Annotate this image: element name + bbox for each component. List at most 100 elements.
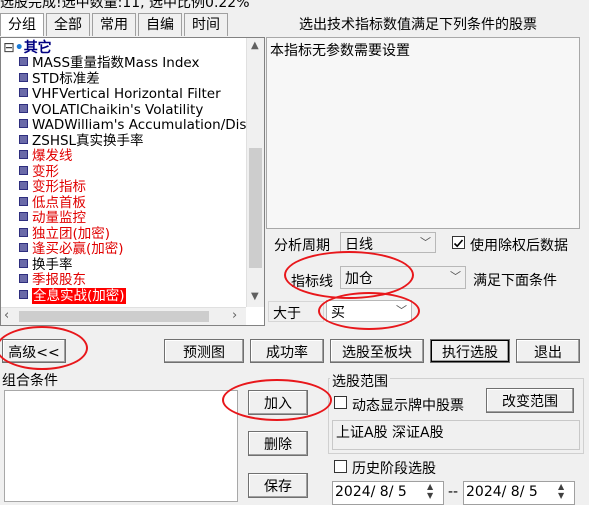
tree-item[interactable]: 换手率	[19, 256, 73, 274]
scroll-left-icon[interactable]: ‹	[4, 309, 9, 323]
scroll-thumb[interactable]	[19, 311, 209, 322]
history-start-value: 2024/ 8/ 5	[335, 484, 407, 500]
market-range-text: 上证A股 深证A股	[336, 425, 444, 441]
period-select[interactable]: 日线 ﹀	[340, 232, 436, 253]
period-label: 分析周期	[274, 238, 330, 254]
tab-all[interactable]: 全部	[46, 13, 90, 36]
scroll-down-icon[interactable]: ▼	[251, 290, 259, 304]
combo-conditions-list[interactable]	[4, 390, 238, 502]
export-to-block-label: 选股至板块	[342, 345, 412, 361]
history-start-date[interactable]: 2024/ 8/ 5 ▲ ▼	[332, 481, 444, 505]
tree-item[interactable]: VHFVertical Horizontal Filter	[19, 86, 221, 103]
indicator-line-select[interactable]: 加仓 ﹀	[340, 266, 466, 289]
tree-item[interactable]: WADWilliam's Accumulation/Dist	[19, 117, 246, 134]
delete-button[interactable]: 删除	[248, 431, 308, 456]
save-button-label: 保存	[264, 479, 292, 495]
success-rate-button[interactable]: 成功率	[250, 339, 324, 363]
collapse-icon[interactable]: ⊟	[3, 40, 15, 56]
indicator-icon	[19, 258, 28, 268]
advanced-button[interactable]: 高级<<	[2, 339, 66, 363]
tree-item[interactable]: 爆发线	[19, 148, 73, 165]
dynamic-display-checkbox[interactable]	[334, 396, 347, 409]
history-checkbox[interactable]	[334, 460, 347, 473]
indicator-tree[interactable]: ⊟•其它 MASS重量指数Mass Index STD标准差 VHFVertical…	[0, 37, 265, 326]
tree-item[interactable]: VOLATIChaikin's Volatility	[19, 101, 204, 119]
run-selection-label: 执行选股	[442, 345, 498, 361]
exit-button[interactable]: 退出	[516, 339, 580, 363]
chevron-down-icon: ﹀	[450, 270, 461, 283]
chevron-down-icon: ﹀	[420, 236, 431, 249]
scroll-thumb[interactable]	[249, 148, 262, 268]
indicator-icon	[19, 289, 28, 299]
tree-root-label: 其它	[23, 40, 52, 56]
spin-arrows-icon[interactable]: ▲ ▼	[558, 482, 564, 500]
tree-item-label: VOLATIChaikin's Volatility	[32, 101, 204, 118]
tab-group[interactable]: 分组	[0, 13, 44, 36]
indicator-icon	[19, 196, 28, 206]
tree-item-label: VHFVertical Horizontal Filter	[32, 86, 221, 102]
tree-list: ⊟•其它 MASS重量指数Mass Index STD标准差 VHFVertical…	[1, 38, 246, 307]
operator-value: 大于	[273, 306, 301, 322]
history-end-date[interactable]: 2024/ 8/ 5 ▲ ▼	[463, 481, 575, 505]
scroll-up-icon[interactable]: ▲	[251, 39, 259, 53]
change-range-label: 改变范围	[502, 394, 558, 410]
tree-vertical-scrollbar[interactable]: ▲ ▼	[246, 38, 264, 307]
exit-label: 退出	[534, 345, 562, 361]
chevron-down-icon: ﹀	[396, 304, 407, 317]
tree-item[interactable]: MASS重量指数Mass Index	[19, 55, 200, 72]
indicator-icon	[19, 103, 28, 113]
advanced-button-label: 高级<<	[8, 345, 60, 361]
tree-item[interactable]: 季报股东	[19, 272, 86, 289]
tree-root-icon: •	[14, 40, 24, 56]
run-selection-button[interactable]: 执行选股	[430, 339, 510, 363]
tab-custom[interactable]: 自编	[138, 13, 182, 36]
tree-item-label: 动量监控	[32, 210, 86, 226]
tree-item-label: MASS重量指数Mass Index	[32, 55, 200, 71]
tree-horizontal-scrollbar[interactable]: ‹ ›	[1, 307, 246, 325]
indicator-icon	[19, 72, 28, 82]
tree-item[interactable]: ZSHSL真实换手率	[19, 133, 144, 150]
tree-item-label: 变形指标	[32, 179, 86, 195]
tree-item-label: WADWilliam's Accumulation/Dist	[32, 117, 246, 133]
indicator-icon	[19, 150, 28, 159]
indicator-icon	[19, 88, 28, 97]
indicator-line-suffix: 满足下面条件	[473, 273, 557, 289]
description-text: 本指标无参数需要设置	[270, 43, 410, 59]
change-range-button[interactable]: 改变范围	[486, 388, 574, 413]
indicator-icon	[19, 212, 28, 221]
condition-value-select[interactable]: 买 ﹀	[326, 300, 412, 322]
tree-item[interactable]: 低点首板	[19, 195, 86, 212]
spin-arrows-icon[interactable]: ▲ ▼	[427, 482, 433, 500]
indicator-icon	[19, 181, 28, 190]
dynamic-display-label: 动态显示牌中股票	[352, 398, 464, 414]
add-button[interactable]: 加入	[248, 390, 308, 415]
tree-item[interactable]: 动量监控	[19, 210, 86, 227]
tab-common[interactable]: 常用	[92, 13, 136, 36]
save-button[interactable]: 保存	[248, 473, 308, 498]
tree-item[interactable]: STD标准差	[19, 71, 100, 88]
preview-chart-button[interactable]: 预测图	[164, 339, 244, 363]
indicator-icon	[19, 243, 28, 252]
tree-item[interactable]: 变形	[19, 164, 59, 181]
tree-item-label: 独立团(加密)	[32, 225, 111, 242]
indicator-icon	[19, 165, 28, 175]
condition-value: 买	[331, 305, 345, 321]
scroll-right-icon[interactable]: ›	[232, 309, 237, 323]
stock-range-label: 选股范围	[330, 371, 390, 391]
export-to-block-button[interactable]: 选股至板块	[330, 339, 424, 363]
status-text: 选股完成!选中数量:11, 选中比例0.22%	[0, 0, 250, 11]
operator-select[interactable]: 大于	[268, 301, 324, 322]
tree-item-label: 换手率	[32, 256, 73, 273]
tab-bar: 分组 全部 常用 自编 时间	[0, 13, 230, 37]
fq-checkbox[interactable]	[452, 236, 465, 249]
tree-item[interactable]: 变形指标	[19, 179, 86, 196]
tree-item[interactable]: 全息实战(加密)	[19, 287, 126, 305]
tree-root-node[interactable]: ⊟•其它	[3, 40, 52, 56]
preview-chart-label: 预测图	[183, 345, 225, 361]
tree-item[interactable]: 逢买必赢(加密)	[19, 241, 124, 258]
indicator-icon	[19, 274, 28, 283]
tab-time[interactable]: 时间	[184, 13, 228, 36]
tree-item[interactable]: 独立团(加密)	[19, 225, 111, 243]
add-button-label: 加入	[264, 396, 292, 412]
indicator-icon	[19, 57, 28, 66]
